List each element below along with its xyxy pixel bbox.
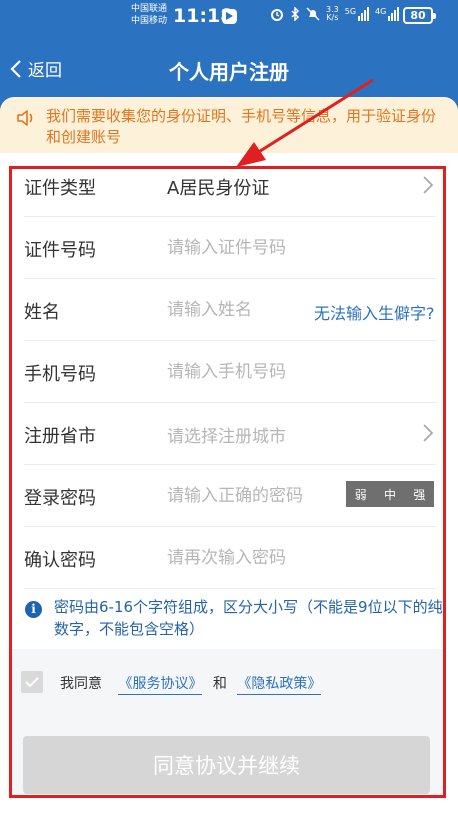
signal-2-tag: 4G: [375, 7, 387, 16]
speaker-icon: [17, 110, 33, 126]
agree-continue-button[interactable]: 同意协议并继续: [23, 736, 430, 794]
carrier-labels: 中国联通 中国移动: [131, 3, 167, 27]
notice-text: 我们需要收集您的身份证明、手机号等信息，用于验证身份和创建账号: [46, 107, 437, 146]
id-number-row: 证件号码: [24, 217, 436, 279]
password-row: 登录密码 弱 中 强: [24, 465, 436, 527]
checkmark-icon: [25, 677, 39, 688]
network-speed-unit: K/s: [326, 13, 339, 22]
password-hint-text: 密码由6-16个字符组成，区分大小写（不能是9位以下的纯数字，不能包含空格）: [54, 598, 443, 638]
agreement-text: 我同意 《服务协议》 和 《隐私政策》: [60, 673, 322, 695]
bluetooth-icon: [291, 7, 300, 21]
name-input[interactable]: [167, 296, 297, 324]
page-title: 个人用户注册: [169, 60, 289, 84]
agree-prefix: 我同意: [60, 676, 102, 692]
phone-row: 手机号码: [24, 341, 436, 403]
region-placeholder: 请选择注册城市: [167, 427, 286, 447]
id-type-row[interactable]: 证件类型 A居民身份证: [24, 169, 436, 217]
signal-1-tag: 5G: [344, 7, 357, 16]
name-row: 姓名 无法输入生僻字?: [24, 279, 436, 341]
registration-form: 证件类型 A居民身份证 证件号码 姓名 无法输入生僻字? 手机号码 注册省市 请…: [9, 166, 446, 798]
alarm-icon: [271, 9, 283, 21]
phone-label: 手机号码: [24, 364, 96, 385]
chevron-right-icon: [423, 424, 434, 442]
phone-input[interactable]: [167, 358, 367, 386]
signal-1-icon: 5G: [344, 7, 370, 21]
id-type-label: 证件类型: [24, 178, 96, 199]
id-number-input[interactable]: [167, 234, 367, 262]
agreement-area: 我同意 《服务协议》 和 《隐私政策》 同意协议并继续: [12, 649, 443, 795]
privacy-policy-link[interactable]: 《隐私政策》: [237, 676, 322, 695]
password-input[interactable]: [167, 482, 337, 510]
agree-checkbox[interactable]: [21, 671, 43, 693]
signal-2-icon: 4G: [375, 7, 400, 21]
region-label: 注册省市: [24, 426, 96, 447]
carrier-1: 中国联通: [131, 4, 168, 14]
status-bar: 中国联通 中国移动 11:18 3.3 K/s 5G 4G 80: [0, 0, 458, 34]
strength-strong: 强: [413, 487, 426, 502]
network-speed: 3.3 K/s: [326, 6, 339, 22]
confirm-password-input[interactable]: [167, 544, 367, 572]
confirm-password-row: 确认密码: [24, 527, 436, 589]
agree-conjunction: 和: [212, 676, 227, 692]
info-icon: i: [25, 601, 42, 618]
name-label: 姓名: [24, 302, 60, 323]
mute-icon: [306, 7, 320, 21]
password-label: 登录密码: [24, 488, 96, 509]
strength-weak: 弱: [354, 487, 367, 502]
region-row[interactable]: 注册省市 请选择注册城市: [24, 403, 436, 465]
id-type-value: A居民身份证: [167, 178, 270, 199]
service-agreement-link[interactable]: 《服务协议》: [118, 676, 203, 695]
privacy-notice: 我们需要收集您的身份证明、手机号等信息，用于验证身份和创建账号: [0, 97, 458, 153]
strength-medium: 中: [383, 487, 396, 502]
id-number-label: 证件号码: [24, 240, 96, 261]
battery-indicator: 80: [403, 7, 436, 24]
password-strength-meter: 弱 中 强: [346, 481, 434, 507]
carrier-2: 中国移动: [131, 16, 168, 26]
system-icons: 3.3 K/s 5G 4G: [270, 6, 400, 22]
confirm-password-label: 确认密码: [24, 550, 96, 571]
nav-bar: 返回 个人用户注册: [0, 42, 458, 98]
app-notification-icon: [222, 9, 237, 24]
rare-character-link[interactable]: 无法输入生僻字?: [314, 300, 435, 324]
chevron-right-icon: [423, 176, 434, 194]
